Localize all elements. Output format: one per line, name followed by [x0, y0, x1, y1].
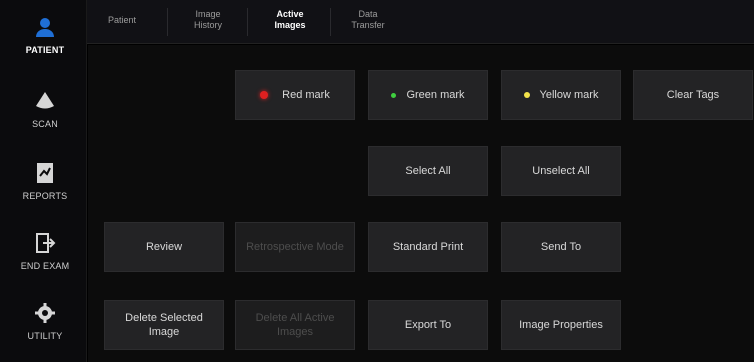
- sidebar-item-label: REPORTS: [22, 191, 68, 201]
- sidebar-item-label: END EXAM: [20, 261, 70, 271]
- yellow-mark-button[interactable]: Yellow mark: [501, 70, 621, 120]
- retrospective-mode-button[interactable]: Retrospective Mode: [235, 222, 355, 272]
- tab-divider: [330, 8, 331, 36]
- sidebar-item-patient[interactable]: PATIENT: [6, 2, 84, 68]
- tab-divider: [167, 8, 168, 36]
- reports-icon: [32, 161, 58, 185]
- scan-icon: [32, 89, 58, 113]
- send-to-button[interactable]: Send To: [501, 222, 621, 272]
- gear-icon: [32, 301, 58, 325]
- tab-image-history[interactable]: Image History: [181, 0, 235, 40]
- left-sidebar: PATIENT SCAN REPORTS END EXAM UTILITY: [0, 0, 87, 362]
- tab-bar: Patient Image History Active Images Data…: [87, 0, 754, 44]
- sidebar-item-end-exam[interactable]: END EXAM: [6, 218, 84, 284]
- review-button[interactable]: Review: [104, 222, 224, 272]
- standard-print-button[interactable]: Standard Print: [368, 222, 488, 272]
- delete-selected-image-button[interactable]: Delete Selected Image: [104, 300, 224, 350]
- green-mark-button[interactable]: Green mark: [368, 70, 488, 120]
- button-label: Green mark: [406, 89, 465, 101]
- sidebar-item-label: PATIENT: [25, 45, 65, 55]
- tab-patient[interactable]: Patient: [97, 0, 147, 40]
- sidebar-item-reports[interactable]: REPORTS: [6, 148, 84, 214]
- tab-label: Image History: [193, 9, 222, 30]
- red-mark-button[interactable]: Red mark: [235, 70, 355, 120]
- sidebar-item-label: UTILITY: [27, 331, 63, 341]
- end-exam-icon: [32, 231, 58, 255]
- button-label: Yellow mark: [539, 89, 599, 101]
- select-all-button[interactable]: Select All: [368, 146, 488, 196]
- patient-icon: [32, 15, 58, 39]
- sidebar-item-scan[interactable]: SCAN: [6, 76, 84, 142]
- button-label: Red mark: [282, 89, 330, 101]
- green-dot-icon: [391, 92, 397, 98]
- sidebar-item-utility[interactable]: UTILITY: [6, 288, 84, 354]
- tab-divider: [247, 8, 248, 36]
- tab-label: Active Images: [274, 9, 306, 30]
- tab-data-transfer[interactable]: Data Transfer: [341, 0, 395, 40]
- tab-active-images[interactable]: Active Images: [263, 0, 317, 40]
- sidebar-item-label: SCAN: [32, 119, 58, 129]
- export-to-button[interactable]: Export To: [368, 300, 488, 350]
- tab-label: Data Transfer: [351, 9, 385, 30]
- clear-tags-button[interactable]: Clear Tags: [633, 70, 753, 120]
- unselect-all-button[interactable]: Unselect All: [501, 146, 621, 196]
- image-properties-button[interactable]: Image Properties: [501, 300, 621, 350]
- delete-all-button[interactable]: Delete All Active Images: [235, 300, 355, 350]
- red-dot-icon: [260, 91, 269, 99]
- yellow-dot-icon: [523, 92, 530, 98]
